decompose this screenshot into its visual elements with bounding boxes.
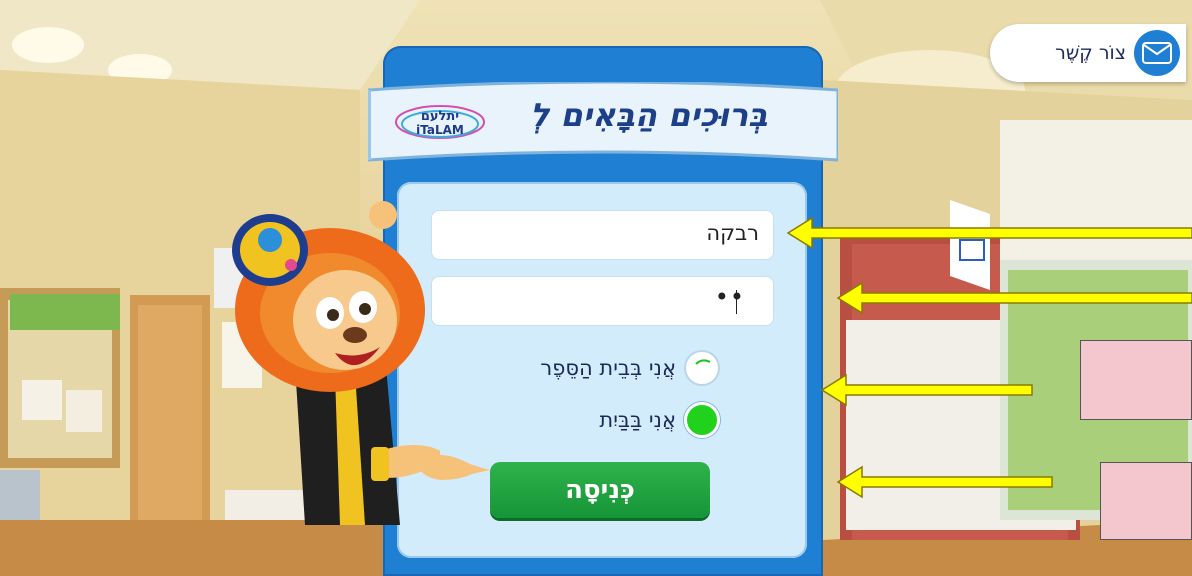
arrow-radio xyxy=(820,373,1033,407)
annotation-box-top xyxy=(1080,340,1192,420)
enter-button[interactable]: כְּנִיסָה xyxy=(490,462,710,518)
radio-school[interactable] xyxy=(684,350,720,386)
password-field[interactable]: •• xyxy=(431,276,774,326)
italam-logo-icon: יתלעם iTaLAM xyxy=(395,105,485,139)
classroom-background: בְּרוּכִים הַבָּאִים לְ יתלעם iTaLAM רבק… xyxy=(0,0,1192,576)
arrow-enter xyxy=(836,465,1053,499)
svg-text:יתלעם: יתלעם xyxy=(421,109,459,124)
arrow-password xyxy=(836,281,1192,315)
lion-mascot xyxy=(232,201,440,525)
radio-school-option[interactable]: אֲנִי בְּבֵית הַסֵּפֶר xyxy=(480,350,720,386)
radio-home-label: אֲנִי בַּבַּיִת xyxy=(599,408,676,432)
radio-home[interactable] xyxy=(684,402,720,438)
envelope-phone-icon xyxy=(1134,30,1180,76)
password-dots: •• xyxy=(714,283,745,311)
welcome-title: בְּרוּכִים הַבָּאִים לְ xyxy=(530,96,768,134)
contact-button[interactable]: צוֹר קֶשֶׁר xyxy=(990,24,1186,82)
annotation-box-bottom xyxy=(1100,462,1192,540)
radio-home-option[interactable]: אֲנִי בַּבַּיִת xyxy=(480,402,720,438)
pointing-hand-icon xyxy=(420,454,490,480)
svg-text:iTaLAM: iTaLAM xyxy=(416,123,464,137)
arrow-username xyxy=(786,216,1192,250)
contact-label: צוֹר קֶשֶׁר xyxy=(1055,42,1126,64)
text-cursor xyxy=(736,290,737,314)
username-value: רבקה xyxy=(706,221,759,245)
username-field[interactable]: רבקה xyxy=(431,210,774,260)
radio-school-label: אֲנִי בְּבֵית הַסֵּפֶר xyxy=(540,356,676,380)
radio-arc-icon xyxy=(695,359,711,365)
